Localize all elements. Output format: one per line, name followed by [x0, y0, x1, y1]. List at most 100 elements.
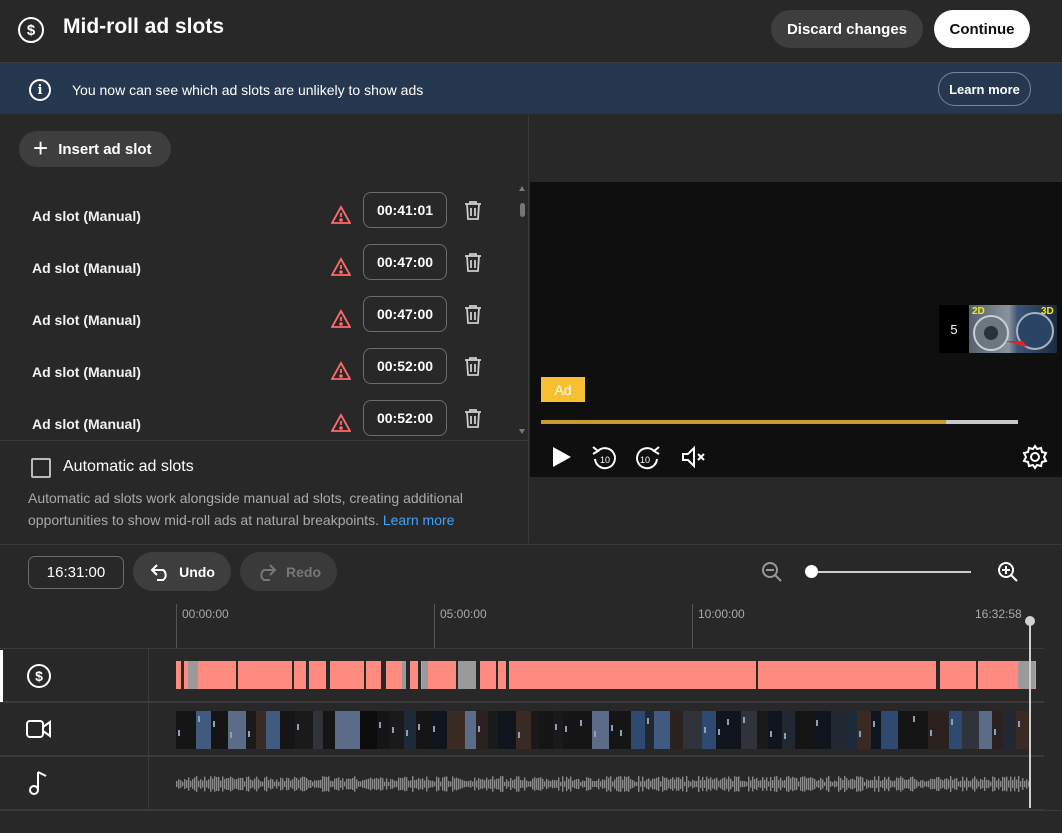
forward-10-icon[interactable]: 10: [634, 443, 662, 471]
video-frame-detail: [555, 724, 557, 730]
waveform-bar: [180, 780, 182, 788]
waveform-bar: [634, 781, 636, 787]
waveform-bar: [604, 779, 606, 789]
waveform-bar: [860, 776, 862, 792]
playhead[interactable]: [1029, 620, 1031, 808]
zoom-in-icon[interactable]: [997, 561, 1019, 583]
ad-slot-row[interactable]: Ad slot (Manual) 00:52:00: [0, 399, 515, 451]
waveform-bar: [970, 780, 972, 788]
ad-slot-time-field[interactable]: 00:41:01: [363, 192, 447, 228]
video-frame-detail: [704, 727, 706, 733]
ad-slot-time-field[interactable]: 00:52:00: [363, 400, 447, 436]
waveform-bar: [646, 779, 648, 789]
waveform-bar: [946, 778, 948, 790]
playhead-handle[interactable]: [1025, 616, 1035, 626]
waveform-bar: [890, 780, 892, 788]
trash-icon[interactable]: [462, 303, 484, 325]
waveform-bar: [194, 777, 196, 791]
waveform-bar: [538, 777, 540, 791]
waveform-bar: [786, 776, 788, 792]
ad-track-header: $: [0, 649, 149, 701]
muted-volume-icon[interactable]: [679, 443, 707, 471]
waveform-bar: [740, 780, 742, 788]
waveform-bar: [754, 779, 756, 789]
thumb-tag-3d: 3D: [1041, 306, 1054, 317]
waveform-bar: [470, 780, 472, 788]
ad-slot-row[interactable]: Ad slot (Manual) 00:47:00: [0, 295, 515, 347]
ad-slot-row[interactable]: Ad slot (Manual) 00:41:01: [0, 191, 515, 243]
waveform-bar: [536, 778, 538, 790]
waveform-bar: [660, 781, 662, 787]
automatic-ad-slots-description: Automatic ad slots work alongside manual…: [28, 487, 498, 531]
waveform-bar: [938, 776, 940, 792]
waveform-bar: [242, 777, 244, 791]
video-track-frames[interactable]: [176, 711, 1030, 749]
warning-triangle-icon: [331, 413, 351, 432]
undo-button[interactable]: Undo: [133, 552, 231, 591]
ad-slot-row[interactable]: Ad slot (Manual) 00:47:00: [0, 243, 515, 295]
audio-waveform[interactable]: [176, 769, 1030, 799]
waveform-bar: [498, 778, 500, 790]
ad-slot-time-field[interactable]: 00:47:00: [363, 244, 447, 280]
zoom-slider-track[interactable]: [811, 571, 971, 573]
ad-slot-marker: [422, 661, 428, 689]
waveform-bar: [928, 780, 930, 788]
ad-slot-label: Ad slot (Manual): [32, 208, 141, 224]
ad-slot-label: Ad slot (Manual): [32, 416, 141, 432]
waveform-bar: [204, 776, 206, 792]
video-frame: [1003, 711, 1016, 749]
ad-slot-time-field[interactable]: 00:47:00: [363, 296, 447, 332]
banner-learn-more-button[interactable]: Learn more: [938, 72, 1031, 106]
waveform-bar: [768, 781, 770, 787]
play-icon[interactable]: [547, 443, 575, 471]
ad-track-segments[interactable]: [176, 661, 1036, 689]
scrollbar-thumb[interactable]: [520, 203, 525, 217]
waveform-bar: [842, 779, 844, 789]
waveform-bar: [400, 777, 402, 791]
page-title: Mid-roll ad slots: [63, 15, 225, 38]
waveform-bar: [644, 781, 646, 787]
waveform-bar: [1012, 779, 1014, 789]
video-track[interactable]: [0, 702, 1044, 756]
ad-track[interactable]: $: [0, 648, 1044, 702]
waveform-bar: [772, 780, 774, 788]
waveform-bar: [812, 777, 814, 791]
continue-button[interactable]: Continue: [934, 10, 1030, 48]
zoom-slider-knob[interactable]: [805, 565, 818, 578]
zoom-out-icon[interactable]: [761, 561, 783, 583]
waveform-bar: [552, 779, 554, 789]
video-frame: [246, 711, 256, 749]
settings-gear-icon[interactable]: [1021, 443, 1049, 471]
automatic-ad-slots-checkbox[interactable]: [31, 458, 51, 478]
upcoming-video-thumbnail[interactable]: 2D 3D: [969, 305, 1057, 353]
waveform-bar: [466, 781, 468, 787]
waveform-bar: [998, 778, 1000, 790]
ad-slot-time-field[interactable]: 00:52:00: [363, 348, 447, 384]
video-frame: [716, 711, 725, 749]
rewind-10-icon[interactable]: 10: [590, 443, 618, 471]
video-frame: [645, 711, 654, 749]
waveform-bar: [668, 779, 670, 789]
waveform-bar: [822, 779, 824, 789]
waveform-bar: [306, 778, 308, 790]
trash-icon[interactable]: [462, 355, 484, 377]
trash-icon[interactable]: [462, 199, 484, 221]
redo-button[interactable]: Redo: [240, 552, 337, 591]
insert-ad-slot-button[interactable]: + Insert ad slot: [19, 131, 171, 167]
audio-track[interactable]: [0, 756, 1044, 810]
waveform-bar: [632, 779, 634, 789]
slot-list-scrollbar[interactable]: [519, 185, 525, 435]
discard-changes-button[interactable]: Discard changes: [771, 10, 923, 48]
waveform-bar: [462, 780, 464, 788]
automatic-learn-more-link[interactable]: Learn more: [383, 512, 455, 528]
waveform-bar: [570, 776, 572, 792]
trash-icon[interactable]: [462, 251, 484, 273]
ad-slot-row[interactable]: Ad slot (Manual) 00:52:00: [0, 347, 515, 399]
waveform-bar: [864, 781, 866, 787]
duration-field[interactable]: 16:31:00: [28, 556, 124, 589]
waveform-bar: [220, 780, 222, 788]
trash-icon[interactable]: [462, 407, 484, 429]
waveform-bar: [474, 777, 476, 791]
waveform-bar: [338, 777, 340, 791]
waveform-bar: [834, 780, 836, 788]
